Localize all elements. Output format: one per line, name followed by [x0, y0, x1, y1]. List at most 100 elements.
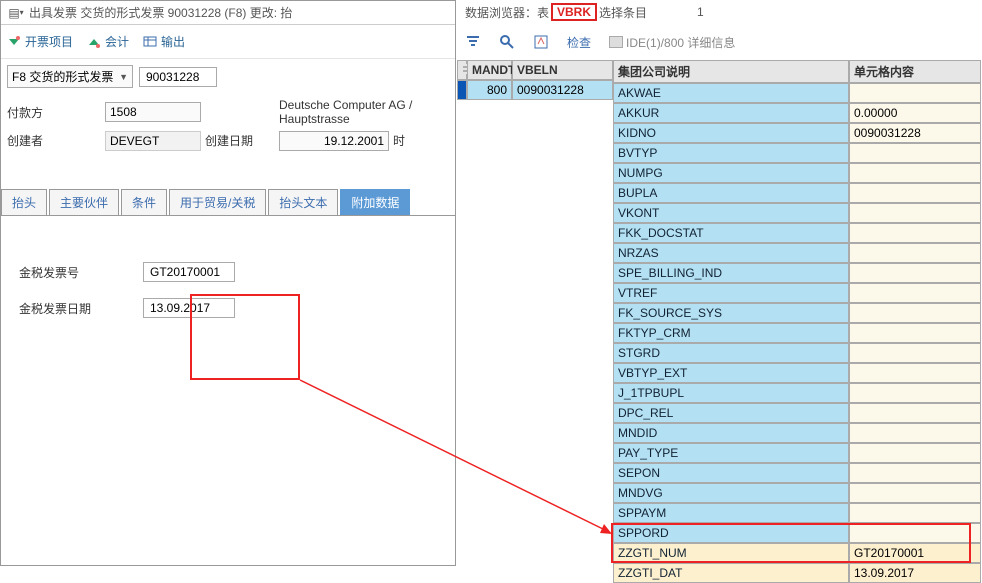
- detail-row[interactable]: NUMPG: [613, 163, 981, 183]
- detail-value: [849, 283, 981, 303]
- right-title-suffix: 选择条目: [599, 4, 647, 21]
- window-menu-icon[interactable]: ▤▾: [7, 5, 25, 21]
- detail-row[interactable]: MNDID: [613, 423, 981, 443]
- detail-key: BUPLA: [613, 183, 849, 203]
- header-fields: 付款方 1508 Deutsche Computer AG / Hauptstr…: [1, 94, 455, 155]
- detail-row[interactable]: STGRD: [613, 343, 981, 363]
- tab-header-texts[interactable]: 抬头文本: [268, 189, 338, 215]
- detail-value: [849, 263, 981, 283]
- gti-number-label: 金税发票号: [19, 264, 143, 281]
- detail-row[interactable]: J_1TPBUPL: [613, 383, 981, 403]
- detail-value: [849, 403, 981, 423]
- detail-row[interactable]: AKWAE: [613, 83, 981, 103]
- detail-value: [849, 83, 981, 103]
- detail-value: [849, 343, 981, 363]
- detail-value: GT20170001: [849, 543, 981, 563]
- detail-row[interactable]: SPE_BILLING_IND: [613, 263, 981, 283]
- detail-value: [849, 203, 981, 223]
- selector-header[interactable]: [457, 60, 467, 80]
- settings-icon[interactable]: [533, 34, 549, 50]
- detail-key: SEPON: [613, 463, 849, 483]
- vbeln-header[interactable]: VBELN: [512, 60, 613, 80]
- detail-row[interactable]: FK_SOURCE_SYS: [613, 303, 981, 323]
- detail-row[interactable]: SPPORD: [613, 523, 981, 543]
- detail-row[interactable]: DPC_REL: [613, 403, 981, 423]
- detail-row[interactable]: FKK_DOCSTAT: [613, 223, 981, 243]
- detail-key: SPPAYM: [613, 503, 849, 523]
- billing-items-button[interactable]: 开票项目: [7, 33, 73, 50]
- detail-key-header[interactable]: 集团公司说明: [613, 60, 849, 83]
- detail-column: 集团公司说明 单元格内容 AKWAEAKKUR0.00000KIDNO00900…: [613, 60, 981, 566]
- detail-key: AKWAE: [613, 83, 849, 103]
- left-titlebar: ▤▾ 出具发票 交货的形式发票 90031228 (F8) 更改: 抬: [1, 1, 455, 25]
- detail-value: [849, 223, 981, 243]
- detail-row[interactable]: BUPLA: [613, 183, 981, 203]
- billing-items-label: 开票项目: [25, 33, 73, 50]
- detail-key: VKONT: [613, 203, 849, 223]
- detail-value: [849, 183, 981, 203]
- accounting-button[interactable]: 会计: [87, 33, 129, 50]
- row-selector[interactable]: [457, 80, 467, 100]
- detail-row[interactable]: KIDNO0090031228: [613, 123, 981, 143]
- detail-row[interactable]: NRZAS: [613, 243, 981, 263]
- detail-key: FKK_DOCSTAT: [613, 223, 849, 243]
- gti-number-field[interactable]: GT20170001: [143, 262, 235, 282]
- detail-value: [849, 383, 981, 403]
- list-row[interactable]: 800 0090031228: [457, 80, 613, 100]
- detail-row[interactable]: PAY_TYPE: [613, 443, 981, 463]
- detail-row[interactable]: SPPAYM: [613, 503, 981, 523]
- detail-key: VBTYP_EXT: [613, 363, 849, 383]
- gti-date-field[interactable]: 13.09.2017: [143, 298, 235, 318]
- gti-date-label: 金税发票日期: [19, 300, 143, 317]
- detail-row[interactable]: SEPON: [613, 463, 981, 483]
- detail-key: ZZGTI_DAT: [613, 563, 849, 583]
- detail-value-header[interactable]: 单元格内容: [849, 60, 981, 83]
- detail-key: FK_SOURCE_SYS: [613, 303, 849, 323]
- tab-partners[interactable]: 主要伙伴: [49, 189, 119, 215]
- breadcrumb: IDE(1)/800 详细信息: [609, 34, 735, 51]
- detail-value: [849, 323, 981, 343]
- tab-additional-data[interactable]: 附加数据: [340, 189, 410, 215]
- filter-icon[interactable]: [465, 34, 481, 50]
- detail-row[interactable]: VBTYP_EXT: [613, 363, 981, 383]
- find-icon[interactable]: [499, 34, 515, 50]
- right-body: MANDT VBELN 800 0090031228 集团公司说明 单元格内容 …: [457, 60, 981, 566]
- detail-value: [849, 463, 981, 483]
- accounting-icon: [87, 35, 101, 49]
- detail-row[interactable]: VKONT: [613, 203, 981, 223]
- document-number-field[interactable]: 90031228: [139, 67, 217, 87]
- detail-row[interactable]: AKKUR0.00000: [613, 103, 981, 123]
- time-label: 时: [393, 130, 449, 151]
- detail-key: AKKUR: [613, 103, 849, 123]
- detail-key: BVTYP: [613, 143, 849, 163]
- detail-row[interactable]: VTREF: [613, 283, 981, 303]
- chevron-down-icon: ▼: [119, 72, 128, 82]
- output-button[interactable]: 输出: [143, 33, 185, 50]
- payer-value[interactable]: 1508: [105, 102, 201, 122]
- tab-header[interactable]: 抬头: [1, 189, 47, 215]
- tab-foreign-trade[interactable]: 用于贸易/关税: [169, 189, 266, 215]
- creator-value: DEVEGT: [105, 131, 201, 151]
- check-button[interactable]: 检查: [567, 34, 591, 51]
- creator-label: 创建者: [7, 130, 101, 151]
- detail-value: [849, 443, 981, 463]
- detail-key: STGRD: [613, 343, 849, 363]
- detail-row[interactable]: BVTYP: [613, 143, 981, 163]
- detail-key: MNDID: [613, 423, 849, 443]
- mandt-header[interactable]: MANDT: [467, 60, 512, 80]
- detail-row[interactable]: MNDVG: [613, 483, 981, 503]
- detail-value: [849, 423, 981, 443]
- detail-key: NRZAS: [613, 243, 849, 263]
- billing-type-dropdown[interactable]: F8 交货的形式发票 ▼: [7, 65, 133, 88]
- detail-row[interactable]: ZZGTI_DAT13.09.2017: [613, 563, 981, 583]
- tab-conditions[interactable]: 条件: [121, 189, 167, 215]
- detail-row[interactable]: FKTYP_CRM: [613, 323, 981, 343]
- created-date-label: 创建日期: [205, 130, 275, 151]
- right-titlebar: 数据浏览器：表 VBRK 选择条目 1: [457, 0, 981, 24]
- created-date-value[interactable]: 19.12.2001: [279, 131, 389, 151]
- detail-value: [849, 483, 981, 503]
- detail-value: [849, 523, 981, 543]
- detail-key: VTREF: [613, 283, 849, 303]
- detail-key: MNDVG: [613, 483, 849, 503]
- detail-row[interactable]: ZZGTI_NUMGT20170001: [613, 543, 981, 563]
